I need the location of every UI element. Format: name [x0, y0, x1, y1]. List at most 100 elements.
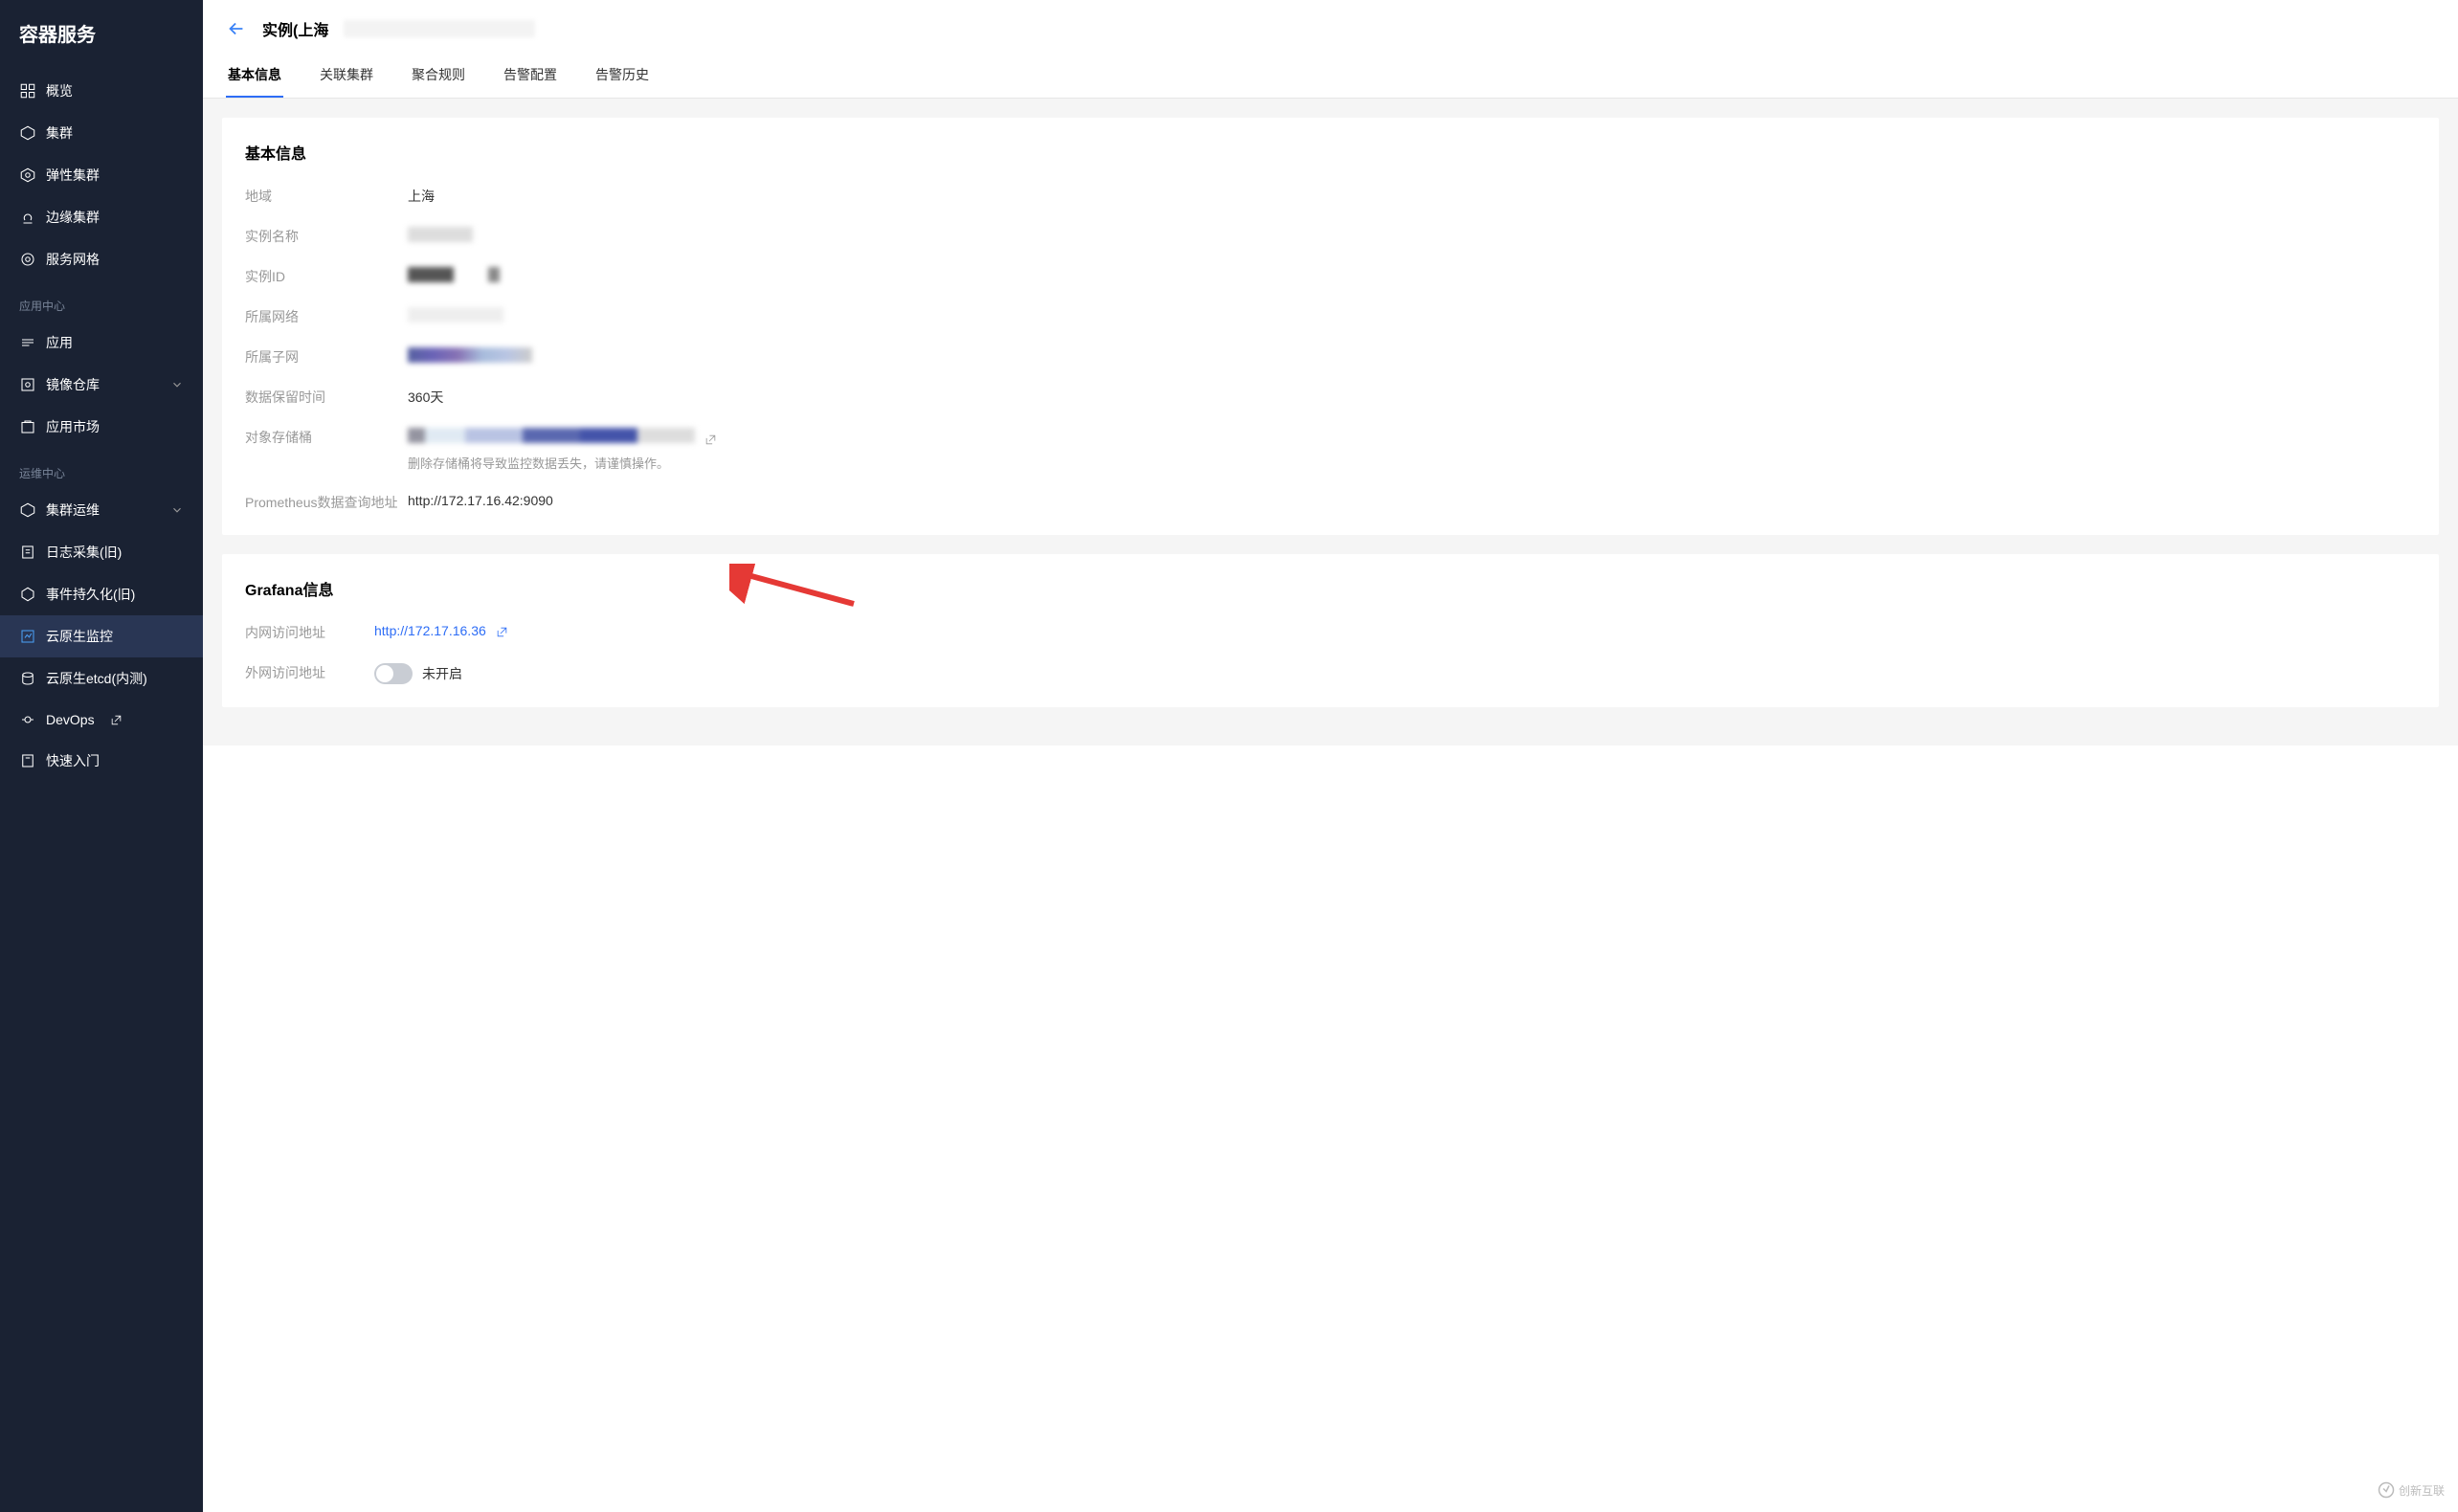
sidebar-item-devops[interactable]: DevOps — [0, 700, 203, 740]
label-network: 所属网络 — [245, 307, 408, 326]
sidebar-item-label: 边缘集群 — [46, 208, 100, 227]
label-internal-url: 内网访问地址 — [245, 623, 374, 642]
sidebar-item-event[interactable]: 事件持久化(旧) — [0, 573, 203, 615]
sidebar-item-quickstart[interactable]: 快速入门 — [0, 740, 203, 782]
label-external-url: 外网访问地址 — [245, 663, 374, 682]
row-retention: 数据保留时间 360天 — [245, 388, 2416, 407]
label-bucket: 对象存储桶 — [245, 428, 408, 447]
row-internal-url: 内网访问地址 http://172.17.16.36 — [245, 623, 2416, 642]
sidebar-item-app[interactable]: 应用 — [0, 322, 203, 364]
tab-basic-info[interactable]: 基本信息 — [226, 54, 283, 98]
redacted-header — [344, 20, 535, 37]
sidebar-item-label: 弹性集群 — [46, 166, 100, 185]
back-arrow-icon[interactable] — [226, 18, 247, 39]
redacted-value — [408, 347, 532, 363]
sidebar-item-label: 应用 — [46, 333, 73, 352]
tab-aggregate-rules[interactable]: 聚合规则 — [410, 54, 467, 98]
monitor-icon — [19, 628, 36, 645]
header: 实例(上海 基本信息 关联集群 聚合规则 告警配置 告警历史 — [203, 0, 2458, 99]
grafana-title: Grafana信息 — [245, 577, 2416, 600]
basic-info-title: 基本信息 — [245, 141, 2416, 164]
row-subnet: 所属子网 — [245, 347, 2416, 367]
tab-related-cluster[interactable]: 关联集群 — [318, 54, 375, 98]
sidebar-item-cluster[interactable]: 集群 — [0, 112, 203, 154]
sidebar-item-service-mesh[interactable]: 服务网格 — [0, 238, 203, 280]
row-prometheus: Prometheus数据查询地址 http://172.17.16.42:909… — [245, 493, 2416, 512]
sidebar-item-etcd[interactable]: 云原生etcd(内测) — [0, 657, 203, 700]
value-prometheus: http://172.17.16.42:9090 — [408, 493, 553, 508]
edge-cluster-icon — [19, 209, 36, 226]
marketplace-icon — [19, 418, 36, 435]
basic-info-card: 基本信息 地域 上海 实例名称 实例ID 所属网络 所属子网 — [222, 118, 2439, 535]
row-instance-name: 实例名称 — [245, 227, 2416, 246]
sidebar-item-label: 概览 — [46, 81, 73, 100]
label-instance-id: 实例ID — [245, 267, 408, 286]
sidebar-item-image-repo[interactable]: 镜像仓库 — [0, 364, 203, 406]
sidebar-section-ops: 运维中心 — [0, 448, 203, 489]
chevron-down-icon — [170, 378, 184, 391]
row-bucket: 对象存储桶 删除存储桶将导致监控数据丢失，请谨慎操作。 — [245, 428, 2416, 472]
sidebar-item-label: 事件持久化(旧) — [46, 585, 135, 604]
content-area: 基本信息 地域 上海 实例名称 实例ID 所属网络 所属子网 — [203, 99, 2458, 745]
row-network: 所属网络 — [245, 307, 2416, 326]
value-retention: 360天 — [408, 388, 443, 407]
page-title: 实例(上海 — [262, 17, 328, 40]
external-link-icon — [110, 714, 123, 726]
label-prometheus: Prometheus数据查询地址 — [245, 493, 408, 512]
external-link-icon[interactable] — [704, 434, 717, 446]
sidebar-item-label: 应用市场 — [46, 417, 100, 436]
sidebar-item-marketplace[interactable]: 应用市场 — [0, 406, 203, 448]
cluster-icon — [19, 124, 36, 142]
quickstart-icon — [19, 752, 36, 769]
tabs: 基本信息 关联集群 聚合规则 告警配置 告警历史 — [226, 54, 2435, 98]
row-external-url: 外网访问地址 未开启 — [245, 663, 2416, 684]
tab-alert-config[interactable]: 告警配置 — [502, 54, 559, 98]
sidebar-item-label: 快速入门 — [46, 751, 100, 770]
sidebar-item-label: 集群 — [46, 123, 73, 143]
sidebar-item-label: 服务网格 — [46, 250, 100, 269]
sidebar-item-label: 日志采集(旧) — [46, 543, 122, 562]
redacted-value — [408, 428, 695, 443]
devops-icon — [19, 711, 36, 728]
external-link-icon[interactable] — [496, 626, 508, 638]
sidebar-item-cluster-ops[interactable]: 集群运维 — [0, 489, 203, 531]
grafana-card: Grafana信息 内网访问地址 http://172.17.16.36 外网访… — [222, 554, 2439, 707]
elastic-cluster-icon — [19, 167, 36, 184]
sidebar-item-elastic-cluster[interactable]: 弹性集群 — [0, 154, 203, 196]
etcd-icon — [19, 670, 36, 687]
external-url-status: 未开启 — [422, 664, 462, 683]
redacted-value — [408, 267, 523, 282]
label-retention: 数据保留时间 — [245, 388, 408, 407]
bucket-hint: 删除存储桶将导致监控数据丢失，请谨慎操作。 — [408, 454, 717, 472]
sidebar-item-label: 云原生监控 — [46, 627, 113, 646]
sidebar-section-apps: 应用中心 — [0, 280, 203, 322]
sidebar-title: 容器服务 — [0, 0, 203, 70]
sidebar-item-overview[interactable]: 概览 — [0, 70, 203, 112]
image-repo-icon — [19, 376, 36, 393]
log-icon — [19, 544, 36, 561]
sidebar-item-monitor[interactable]: 云原生监控 — [0, 615, 203, 657]
sidebar-item-log[interactable]: 日志采集(旧) — [0, 531, 203, 573]
sidebar-item-label: 云原生etcd(内测) — [46, 669, 147, 688]
row-instance-id: 实例ID — [245, 267, 2416, 286]
sidebar-item-label: DevOps — [46, 712, 95, 727]
sidebar: 容器服务 概览 集群 弹性集群 边缘集群 服务网格 应用中心 应用 镜像仓库 应… — [0, 0, 203, 1512]
event-icon — [19, 586, 36, 603]
internal-url-link[interactable]: http://172.17.16.36 — [374, 623, 486, 638]
overview-icon — [19, 82, 36, 100]
watermark: 创新互联 — [2378, 1481, 2445, 1499]
app-icon — [19, 334, 36, 351]
tab-alert-history[interactable]: 告警历史 — [593, 54, 651, 98]
service-mesh-icon — [19, 251, 36, 268]
sidebar-item-edge-cluster[interactable]: 边缘集群 — [0, 196, 203, 238]
label-region: 地域 — [245, 187, 408, 206]
redacted-value — [408, 227, 473, 242]
main-content: 实例(上海 基本信息 关联集群 聚合规则 告警配置 告警历史 基本信息 地域 上… — [203, 0, 2458, 1512]
row-region: 地域 上海 — [245, 187, 2416, 206]
sidebar-item-label: 集群运维 — [46, 500, 100, 520]
value-region: 上海 — [408, 187, 435, 206]
external-url-toggle[interactable] — [374, 663, 413, 684]
label-instance-name: 实例名称 — [245, 227, 408, 246]
label-subnet: 所属子网 — [245, 347, 408, 367]
ops-icon — [19, 501, 36, 519]
